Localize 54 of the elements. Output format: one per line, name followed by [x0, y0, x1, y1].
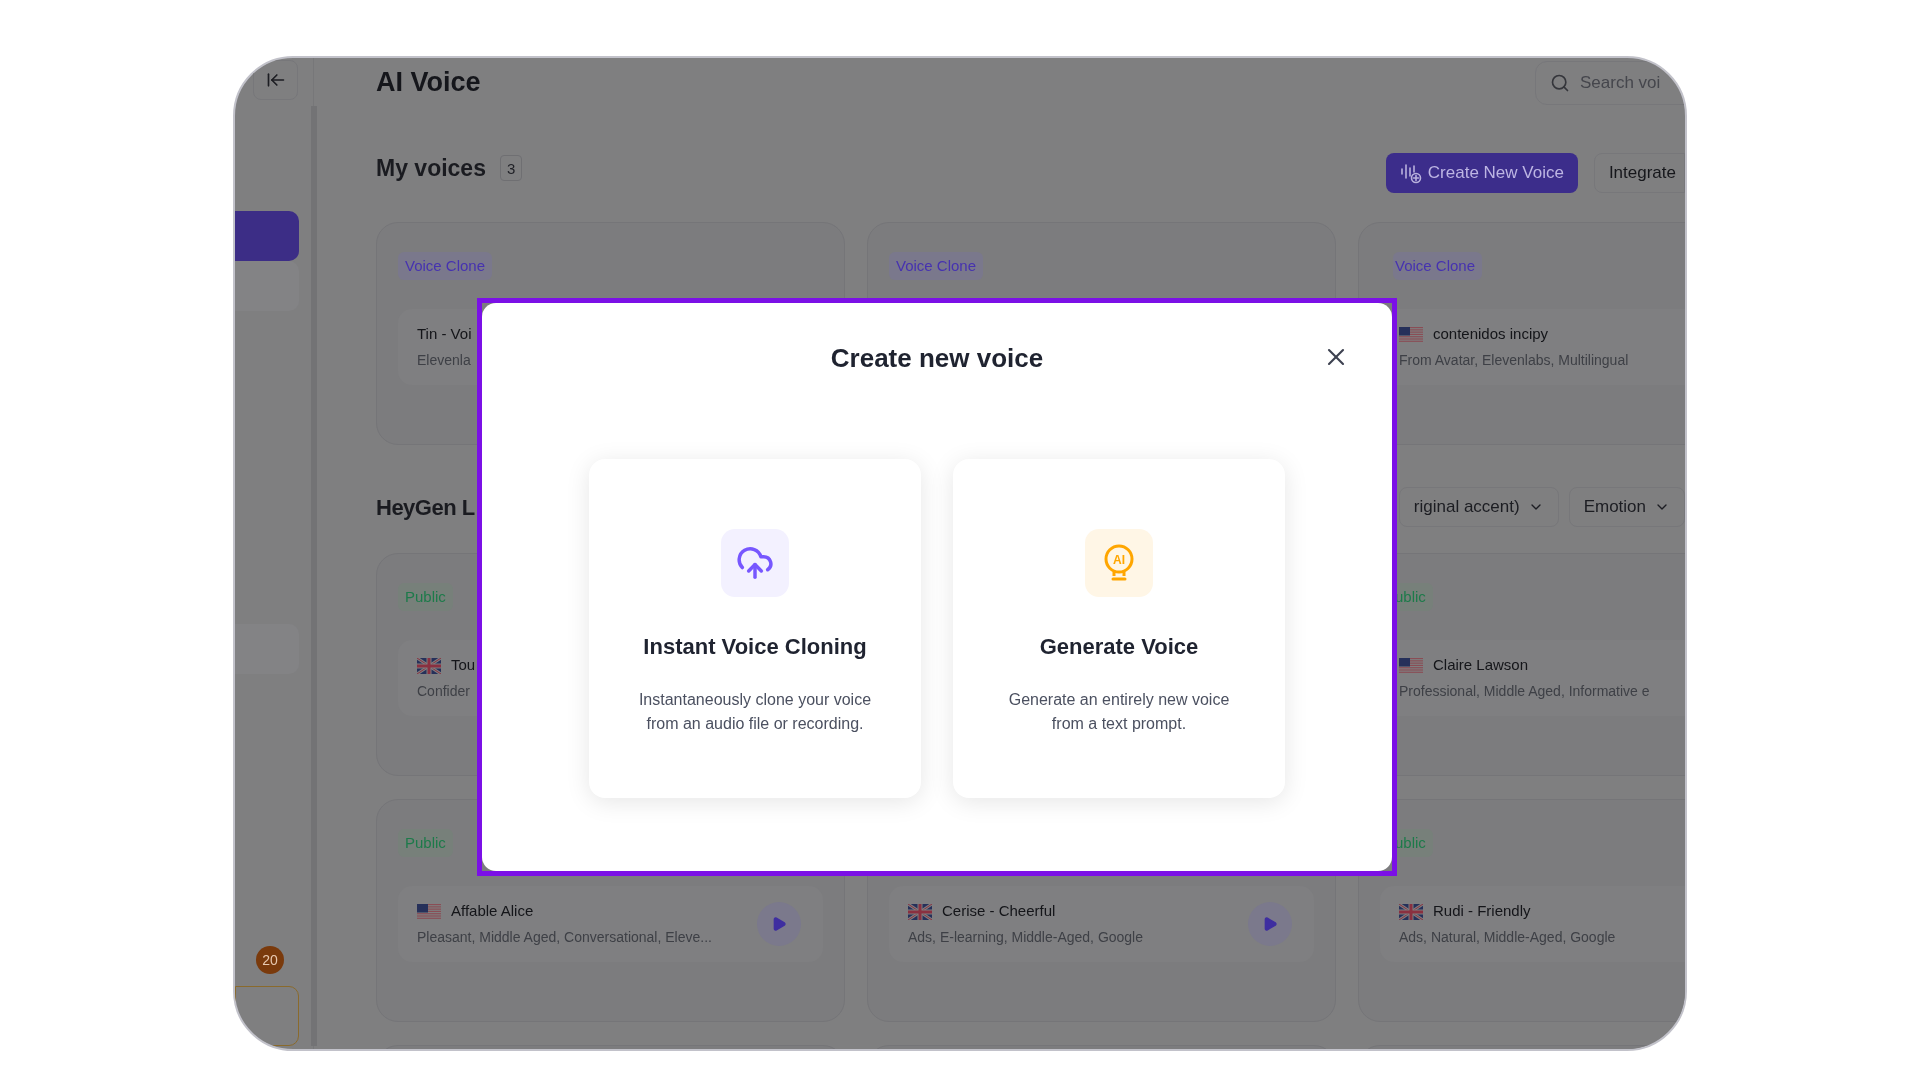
- voice-description: Elevenla: [417, 350, 472, 370]
- option-description: Instantaneously clone your voice from an audio file or recording.: [637, 690, 873, 734]
- uk-flag-icon: [1399, 903, 1423, 920]
- voice-option-card[interactable]: AI Generate Voice Generate an entirely new voice from a text prompt.: [953, 459, 1285, 798]
- uk-flag-icon: [908, 903, 932, 920]
- option-title: Instant Voice Cloning: [643, 633, 867, 661]
- voice-description: Pleasant, Middle Aged, Conversational, Eleve...: [417, 927, 712, 947]
- voice-name: Tou: [451, 655, 476, 676]
- create-voice-button[interactable]: Create New Voice: [1385, 153, 1578, 193]
- waveform-plus-icon: [1399, 162, 1422, 184]
- cloud-upload-icon: [736, 544, 774, 582]
- uk-flag-icon: [417, 657, 441, 674]
- option-description: Generate an entirely new voice from a text prompt.: [1007, 690, 1231, 734]
- collapse-sidebar-button[interactable]: [253, 60, 298, 100]
- voice-card[interactable]: Voice Clone contenidos incipy From Avatar, Elevenlabs, Multilingual: [1358, 222, 1685, 445]
- notification-count: 20: [256, 946, 284, 974]
- voice-tag: Public: [398, 829, 453, 857]
- collapse-icon: [265, 70, 286, 90]
- voice-tag: Voice Clone: [889, 252, 984, 280]
- play-button[interactable]: [1248, 902, 1292, 946]
- play-icon: [771, 916, 787, 932]
- filter-dropdown[interactable]: Emotion: [1568, 487, 1685, 527]
- integrate-button[interactable]: Integrate: [1593, 153, 1685, 193]
- section-title: HeyGen L: [376, 493, 475, 522]
- voice-name: Affable Alice: [451, 901, 534, 922]
- voice-tag: Voice Clone: [1393, 252, 1483, 280]
- us-flag-icon: [1399, 657, 1423, 674]
- voice-name: Rudi - Friendly: [1433, 901, 1531, 922]
- voice-description: From Avatar, Elevenlabs, Multilingual: [1399, 350, 1629, 370]
- voice-name: Cerise - Cheerful: [942, 901, 1056, 922]
- voice-description: Professional, Middle Aged, Informative e: [1399, 681, 1650, 701]
- search-icon: [1550, 73, 1570, 93]
- page-title: AI Voice: [376, 65, 481, 99]
- voice-description: Confider: [417, 681, 471, 701]
- voice-description: Ads, Natural, Middle-Aged, Google: [1399, 927, 1616, 947]
- section-title: My voices: [376, 153, 486, 183]
- voice-count: 3: [499, 155, 523, 181]
- option-title: Generate Voice: [1039, 633, 1199, 661]
- voice-option-card[interactable]: Instant Voice Cloning Instantaneously clone your voice from an audio file or recording.: [589, 459, 921, 798]
- play-button[interactable]: [757, 902, 801, 946]
- play-icon: [1262, 916, 1278, 932]
- search-field[interactable]: Search voi: [1535, 61, 1685, 105]
- sidebar-promo-box[interactable]: [235, 986, 299, 1046]
- voice-tag: Public: [398, 583, 453, 611]
- us-flag-icon: [1399, 326, 1423, 343]
- us-flag-icon: [417, 903, 441, 920]
- voice-name: contenidos incipy: [1433, 324, 1549, 345]
- search-placeholder: Search voi: [1580, 72, 1661, 95]
- voice-description: Ads, E-learning, Middle-Aged, Google: [908, 927, 1144, 947]
- dialog-title: Create new voice: [830, 342, 1044, 375]
- voice-name: Claire Lawson: [1433, 655, 1529, 676]
- filter-dropdown[interactable]: riginal accent): [1398, 487, 1559, 527]
- voice-name: Tin - Voi: [417, 324, 472, 345]
- voice-tag: Voice Clone: [398, 252, 493, 280]
